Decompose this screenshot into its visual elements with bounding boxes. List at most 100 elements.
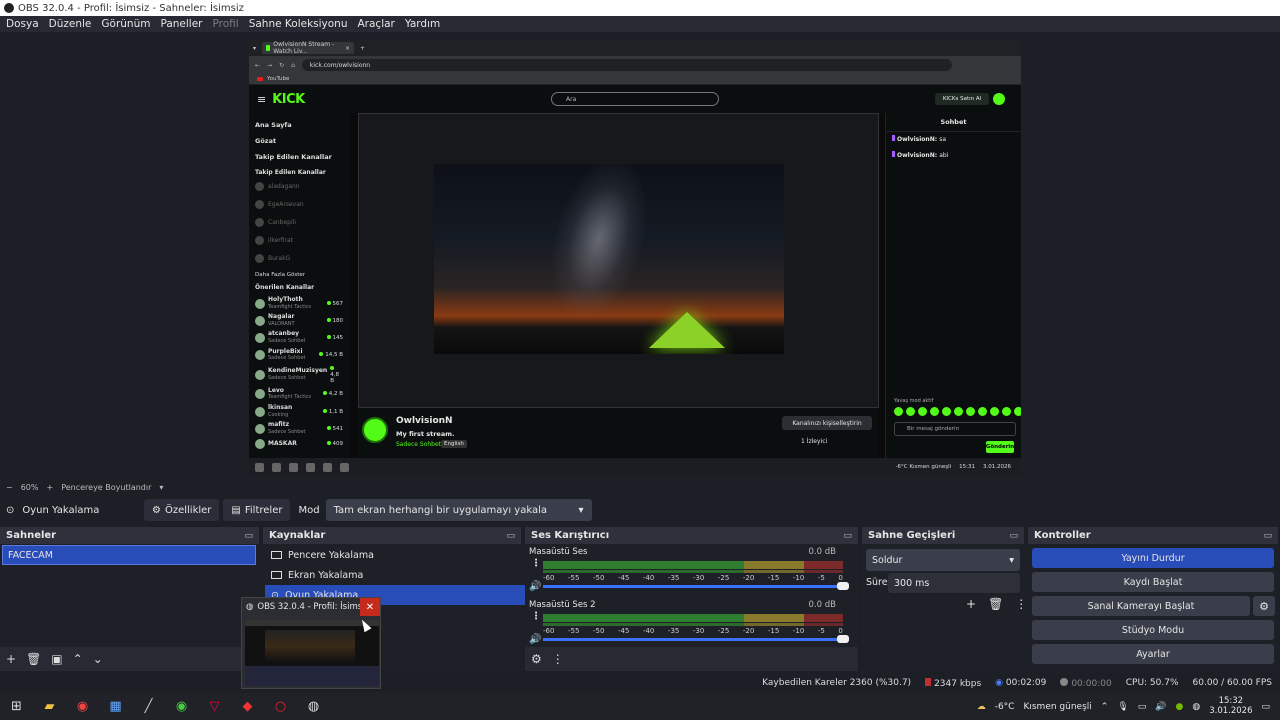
settings-button[interactable]: Ayarlar (1032, 644, 1274, 664)
inner-time: 15:31 (959, 464, 975, 470)
chrome-icon[interactable]: ◉ (165, 693, 198, 720)
start-virtual-camera-button[interactable]: Sanal Kamerayı Başlat (1032, 596, 1250, 616)
stop-stream-button[interactable]: Yayını Durdur (1032, 548, 1274, 568)
channel-category: Sadece Sohbet (268, 374, 306, 381)
clock[interactable]: 15:32 3.01.2026 (1209, 696, 1253, 717)
mode-select[interactable]: Tam ekran herhangi bir uygulamayı yakala… (325, 499, 592, 521)
scenes-title: Sahneler (6, 530, 57, 541)
scene-item[interactable]: FACECAM (2, 545, 256, 565)
chevron-up-icon[interactable]: ⌃ (1101, 702, 1109, 712)
chat-text: abi (939, 152, 949, 159)
taskbar-thumbnail[interactable]: ◍ OBS 32.0.4 - Profil: İsimsiz... ✕ (241, 597, 381, 689)
valorant-icon[interactable]: ▽ (198, 693, 231, 720)
window-title: OBS 32.0.4 - Profil: İsimsiz - Sahneler:… (18, 2, 244, 14)
undock-icon[interactable]: ▭ (244, 531, 253, 541)
remove-scene-icon[interactable]: 🗑 (26, 652, 41, 666)
fit-to-window[interactable]: Pencereye Boyutlandır (61, 483, 151, 492)
pen-icon[interactable]: ╱ (132, 693, 165, 720)
move-down-icon[interactable]: ⌄ (93, 652, 103, 666)
program-preview[interactable]: ▾ OwlvisionN Stream - Watch Liv... × + ←… (249, 40, 1021, 476)
undock-icon[interactable]: ▭ (1009, 531, 1018, 541)
mic-icon[interactable]: 🎙 (1117, 702, 1128, 712)
folder-icon[interactable]: ▰ (33, 693, 66, 720)
followed-channel-name: EgeArsevan (268, 201, 304, 208)
start-recording-button[interactable]: Kaydı Başlat (1032, 572, 1274, 592)
virtual-camera-settings-icon[interactable]: ⚙ (1253, 596, 1275, 616)
speaker-icon[interactable]: 🔊 (529, 634, 541, 645)
kick-nav-following: Takip Edilen Kanallar (255, 153, 332, 161)
volume-slider[interactable] (543, 635, 849, 643)
zoom-dropdown-icon[interactable]: ▾ (159, 483, 163, 492)
source-name: Ekran Yakalama (288, 569, 364, 581)
add-scene-button[interactable]: + (6, 652, 16, 666)
undock-icon[interactable]: ▭ (1263, 531, 1272, 541)
speaker-icon[interactable]: 🔊 (529, 581, 541, 592)
nvidia-icon[interactable]: ● (1176, 702, 1184, 712)
scenes-footer: + 🗑 ▣ ⌃ ⌄ (0, 647, 259, 671)
menu-docks[interactable]: Paneller (160, 18, 202, 30)
viewer-count: 1,1 B (328, 408, 343, 415)
mode-value: Tam ekran herhangi bir uygulamayı yakala (333, 504, 547, 516)
menu-scene-collection[interactable]: Sahne Koleksiyonu (249, 18, 348, 30)
channel-menu-icon[interactable]: ⋮ (531, 558, 541, 569)
chevron-down-icon: ▾ (578, 504, 584, 516)
undock-icon[interactable]: ▭ (843, 531, 852, 541)
menu-tools[interactable]: Araçlar (358, 18, 395, 30)
obs-icon[interactable]: ◍ (297, 693, 330, 720)
menu-edit[interactable]: Düzenle (49, 18, 92, 30)
inner-tray: -6°C Kısmen güneşli 15:31 3.01.2026 (896, 464, 1011, 470)
store-icon[interactable]: ▦ (99, 693, 132, 720)
channel-category: VALORANT (268, 320, 295, 327)
mixer-menu-icon[interactable]: ⋮ (552, 652, 564, 666)
network-icon[interactable]: ▭ (1138, 702, 1147, 712)
reload-icon: ↻ (279, 61, 285, 69)
followed-channel: EgeArsevan (255, 200, 343, 209)
studio-mode-button[interactable]: Stüdyo Modu (1032, 620, 1274, 640)
undock-icon[interactable]: ▭ (506, 531, 515, 541)
status-bar: Kaybedilen Kareler 2360 (%30.7) 2347 kbp… (0, 673, 1280, 693)
customize-channel-button: Kanalınızı kişiselleştirin (782, 416, 872, 430)
close-icon[interactable]: ✕ (360, 598, 380, 616)
zoom-in-button[interactable]: + (46, 483, 53, 492)
followed-channel: ilkerfirat (255, 236, 343, 245)
volume-meter (543, 614, 843, 622)
opera-icon[interactable]: ○ (264, 693, 297, 720)
menu-file[interactable]: Dosya (6, 18, 39, 30)
transition-menu-icon[interactable]: ⋮ (1015, 597, 1027, 611)
windows-taskbar: ⊞ ▰ ◉ ▦ ╱ ◉ ▽ ◆ ○ ◍ ☁ -6°C Kısmen güneşl… (0, 693, 1280, 720)
add-transition-button[interactable]: + (966, 597, 976, 611)
notification-icon[interactable]: ▭ (1261, 702, 1270, 712)
menu-profile[interactable]: Profil (213, 18, 239, 30)
app-icon[interactable]: ◆ (231, 693, 264, 720)
duration-input[interactable]: 300 ms (888, 573, 1020, 593)
remove-transition-icon[interactable]: 🗑 (988, 597, 1003, 611)
channel-menu-icon[interactable]: ⋮ (531, 611, 541, 622)
start-icon[interactable]: ⊞ (0, 693, 33, 720)
chrome-icon (289, 462, 298, 472)
transition-select[interactable]: Soldur ▾ (866, 549, 1020, 571)
menu-view[interactable]: Görünüm (101, 18, 150, 30)
mixer-settings-icon[interactable]: ⚙ (531, 652, 542, 666)
properties-button[interactable]: ⚙ Özellikler (144, 499, 220, 521)
recommended-channel: HolyThoth Teamfight Tactics 567 (255, 296, 343, 310)
obs-tray-icon[interactable]: ◍ (1192, 702, 1200, 712)
avatar (255, 182, 264, 191)
slider-knob[interactable] (837, 635, 849, 643)
volume-slider[interactable] (543, 582, 849, 590)
viewer-count: 409 (332, 441, 344, 448)
store-icon (306, 462, 315, 472)
volume-icon[interactable]: 🔊 (1155, 702, 1166, 712)
channel-name: MASKAR (268, 440, 297, 448)
scene-filters-icon[interactable]: ▣ (51, 652, 62, 666)
slider-knob[interactable] (837, 582, 849, 590)
move-up-icon[interactable]: ⌃ (73, 652, 83, 666)
zoom-out-button[interactable]: − (6, 483, 13, 492)
chrome-icon[interactable]: ◉ (66, 693, 99, 720)
record-time-value: 00:00:00 (1071, 678, 1112, 689)
avatar (255, 200, 264, 209)
obs-icon (340, 462, 349, 472)
filters-button[interactable]: ▤ Filtreler (223, 499, 291, 521)
dropped-frames: Kaybedilen Kareler 2360 (%30.7) (762, 678, 912, 688)
clock-date: 3.01.2026 (1209, 705, 1253, 716)
menu-help[interactable]: Yardım (405, 18, 440, 30)
